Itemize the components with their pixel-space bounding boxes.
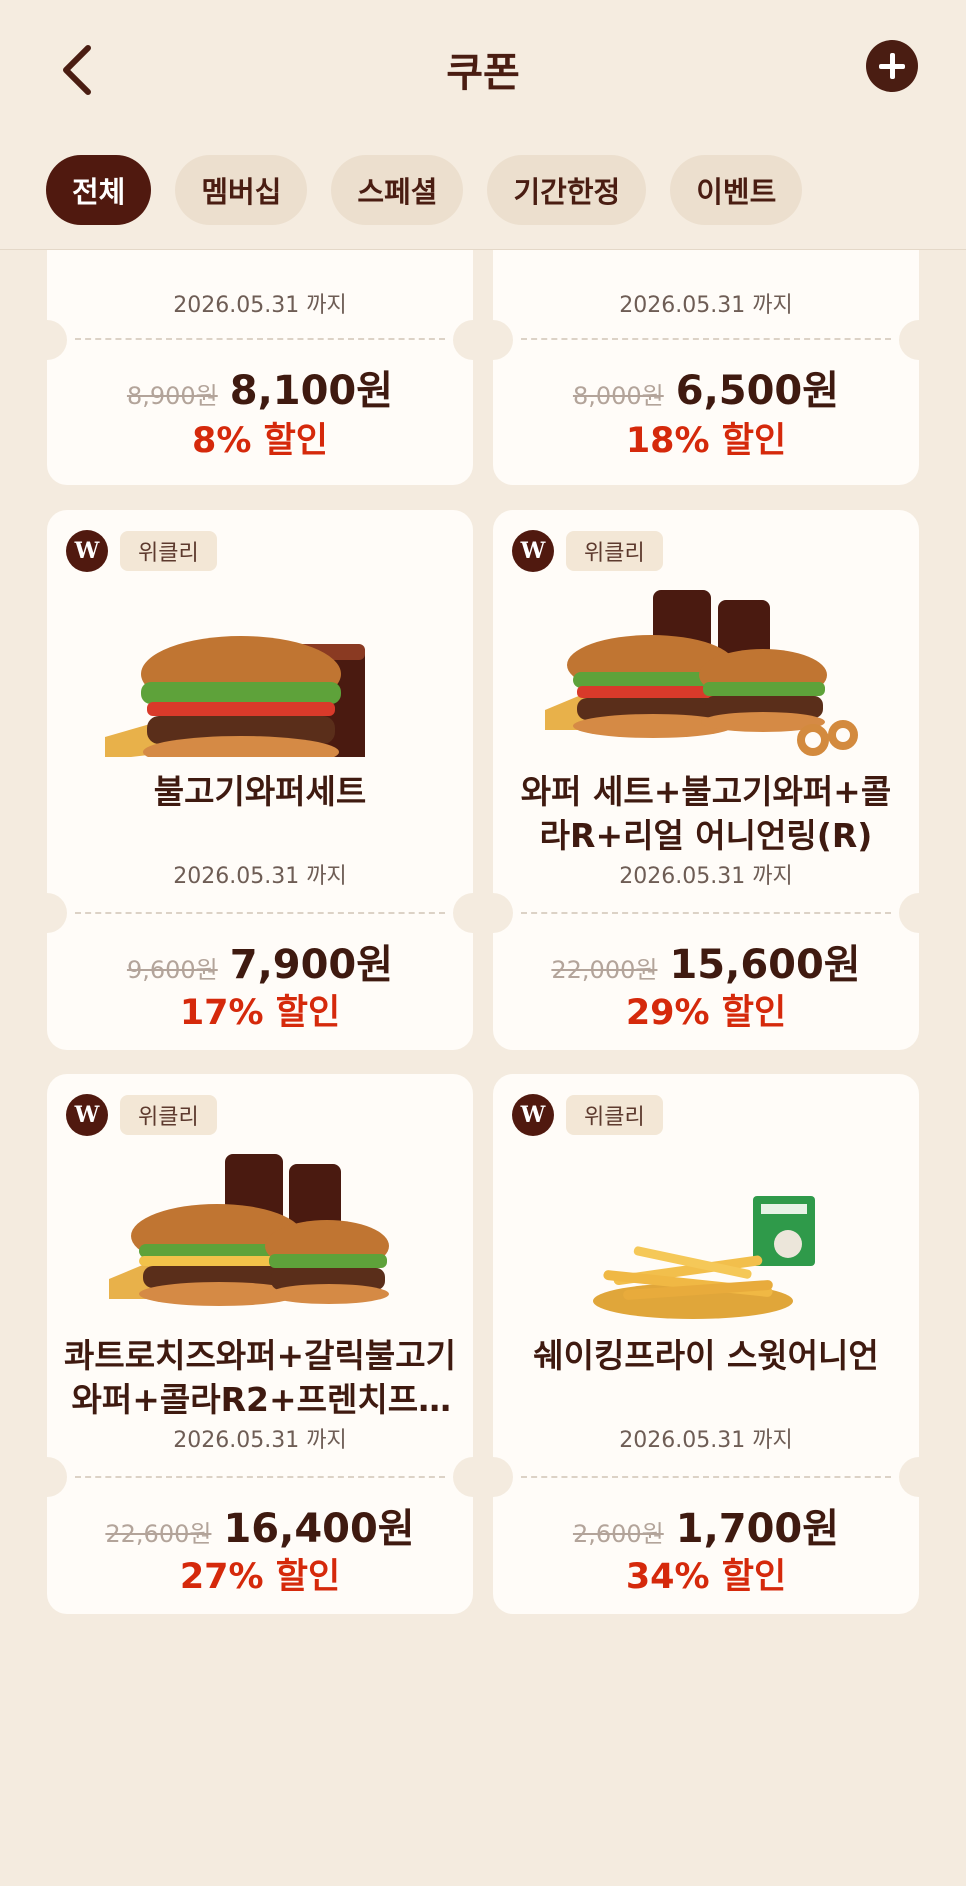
coupon-expiry: 2026.05.31 까지 (619, 293, 793, 318)
burger-set-image (105, 636, 365, 757)
tab-all[interactable]: 전체 (46, 155, 152, 225)
coupon-card[interactable]: 2026.05.31 까지 8,900원 8,100원 8% 할인 (47, 250, 473, 485)
discount-label: 34% 할인 (625, 1557, 787, 1597)
coupon-expiry: 2026.05.31 까지 (173, 293, 347, 318)
w-badge-icon: W (66, 530, 108, 572)
product-name: 콰트로치즈와퍼+갈릭불고기와퍼+콜라R2+프렌치프라이 (64, 1336, 456, 1419)
discount-label: 8% 할인 (191, 421, 328, 461)
original-price: 22,000원 (551, 956, 658, 984)
w-badge-icon: W (66, 1094, 108, 1136)
sale-price: 15,600원 (669, 942, 861, 988)
coupon-list[interactable]: 2026.05.31 까지 8,900원 8,100원 8% 할인 2026.0… (0, 250, 966, 1886)
add-coupon-button[interactable] (866, 40, 918, 92)
burger-set-image (545, 590, 858, 756)
w-badge-icon: W (512, 1094, 554, 1136)
original-price: 8,000원 (572, 382, 664, 410)
product-name: 쉐이킹프라이 스윗어니언 (533, 1336, 879, 1375)
fries-image (593, 1196, 815, 1319)
coupon-expiry: 2026.05.31 까지 (619, 864, 793, 889)
product-name: 불고기와퍼세트 (153, 772, 367, 811)
weekly-badge: 위클리 (566, 531, 663, 571)
burger-set-image (109, 1154, 389, 1306)
sale-price: 8,100원 (229, 368, 394, 414)
discount-label: 18% 할인 (625, 421, 787, 461)
original-price: 2,600원 (572, 1520, 664, 1548)
weekly-badge: 위클리 (566, 1095, 663, 1135)
sale-price: 16,400원 (223, 1506, 415, 1552)
product-name: 와퍼 세트+불고기와퍼+콜라R+리얼 어니언링(R) (520, 772, 892, 855)
sale-price: 1,700원 (675, 1506, 840, 1552)
coupon-expiry: 2026.05.31 까지 (173, 1428, 347, 1453)
w-badge-icon: W (512, 530, 554, 572)
page-title: 쿠폰 (446, 50, 520, 96)
coupon-card[interactable]: W 위클리 콰트로치즈와퍼+갈릭불고기와퍼+콜라R2+프렌치프라 2026.05… (47, 1074, 473, 1614)
coupon-expiry: 2026.05.31 까지 (173, 864, 347, 889)
category-tabs: 전체 멤버십 스페셜 기간한정 이벤트 (46, 155, 803, 225)
sale-price: 7,900원 (229, 942, 394, 988)
coupon-card[interactable]: 2026.05.31 까지 8,000원 6,500원 18% 할인 (493, 250, 919, 485)
discount-label: 29% 할인 (625, 993, 787, 1033)
discount-label: 27% 할인 (179, 1557, 341, 1597)
original-price: 22,600원 (105, 1520, 212, 1548)
coupon-expiry: 2026.05.31 까지 (619, 1428, 793, 1453)
coupon-card[interactable]: W 위클리 쉐이킹프라이 스윗어니언 2026.05.31 까지 2,600원 … (493, 1074, 919, 1614)
coupon-card[interactable]: W 위클리 불고기와퍼세트 2026.05.31 까지 9,600원 7,900… (47, 510, 473, 1050)
app-header: 쿠폰 전체 멤버십 스페셜 기간한정 이벤트 (0, 0, 966, 250)
weekly-badge: 위클리 (120, 1095, 217, 1135)
original-price: 9,600원 (126, 956, 218, 984)
original-price: 8,900원 (126, 382, 218, 410)
tab-limited[interactable]: 기간한정 (487, 155, 647, 225)
coupon-card[interactable]: W 위클리 와퍼 세트+불고기와퍼+콜라R+리얼 어니언링(R) 2026.05… (493, 510, 919, 1050)
tab-membership[interactable]: 멤버십 (175, 155, 308, 225)
weekly-badge: 위클리 (120, 531, 217, 571)
tab-special[interactable]: 스페셜 (331, 155, 464, 225)
discount-label: 17% 할인 (179, 993, 341, 1033)
sale-price: 6,500원 (675, 368, 840, 414)
tab-event[interactable]: 이벤트 (670, 155, 803, 225)
